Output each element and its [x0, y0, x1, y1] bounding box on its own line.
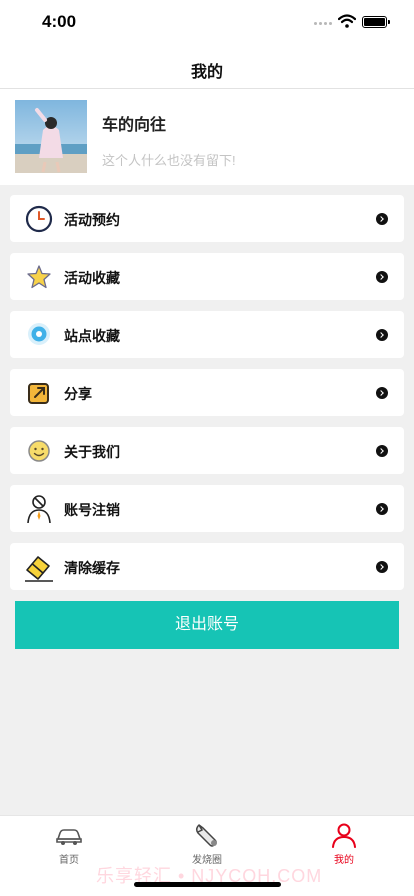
tab-mine[interactable]: 我的 [304, 822, 384, 866]
smiley-icon [28, 440, 50, 462]
menu-item-label: 账号注销 [64, 502, 120, 518]
menu-item-label: 关于我们 [64, 444, 120, 460]
star-icon [27, 265, 51, 289]
menu-item-clear-cache[interactable]: 清除缓存 [10, 543, 404, 590]
cellular-signal-icon [314, 22, 332, 25]
location-pin-icon [28, 323, 50, 345]
menu-item-about-us[interactable]: 关于我们 [10, 427, 404, 474]
user-signature: 这个人什么也没有留下! [102, 153, 236, 168]
chevron-right-icon [376, 503, 388, 515]
home-indicator [134, 882, 281, 887]
menu-item-delete-account[interactable]: 账号注销 [10, 485, 404, 532]
menu-item-share[interactable]: 分享 [10, 369, 404, 416]
chevron-right-icon [376, 387, 388, 399]
chevron-right-icon [376, 561, 388, 573]
user-cancel-icon [27, 495, 51, 524]
clock-icon [25, 205, 53, 233]
menu-item-label: 站点收藏 [64, 328, 120, 344]
user-icon [332, 823, 356, 848]
avatar[interactable] [15, 100, 87, 173]
wifi-icon [338, 14, 356, 28]
menu-item-activity-booking[interactable]: 活动预约 [10, 195, 404, 242]
status-bar: 4:00 [0, 0, 414, 46]
menu-item-label: 活动收藏 [64, 270, 120, 286]
menu-item-label: 清除缓存 [64, 560, 120, 576]
menu-item-station-favorites[interactable]: 站点收藏 [10, 311, 404, 358]
chevron-right-icon [376, 329, 388, 341]
profile-card[interactable]: 车的向往 这个人什么也没有留下! [0, 89, 414, 185]
nav-bar: 我的 [0, 46, 414, 89]
wrench-icon [195, 824, 217, 847]
menu-item-label: 活动预约 [64, 212, 120, 228]
username: 车的向往 [102, 117, 167, 134]
eraser-icon [25, 556, 53, 582]
tab-home[interactable]: 首页 [29, 822, 109, 866]
status-time: 4:00 [42, 12, 77, 31]
menu-item-label: 分享 [64, 386, 92, 402]
battery-icon [362, 16, 390, 28]
chevron-right-icon [376, 213, 388, 225]
chevron-right-icon [376, 445, 388, 457]
tab-fans-circle[interactable]: 发烧圈 [167, 822, 247, 866]
share-icon [28, 383, 49, 404]
car-icon [56, 829, 82, 845]
logout-button[interactable]: 退出账号 [15, 601, 399, 649]
chevron-right-icon [376, 271, 388, 283]
menu-item-activity-favorites[interactable]: 活动收藏 [10, 253, 404, 300]
page-title: 我的 [190, 64, 223, 81]
